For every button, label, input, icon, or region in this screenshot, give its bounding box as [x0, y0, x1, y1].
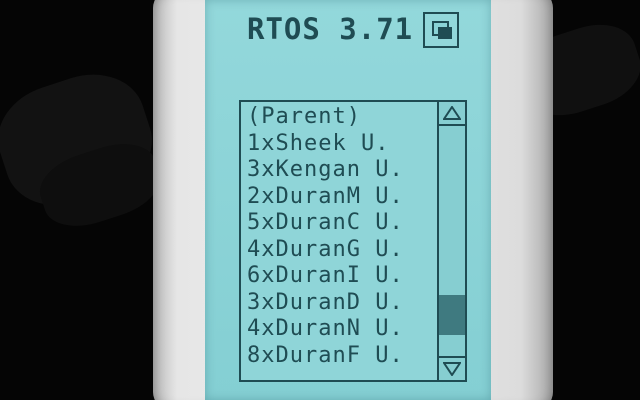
- scroll-down-button[interactable]: [439, 356, 465, 380]
- list-item-suffix: U.: [360, 130, 390, 156]
- device-screen: RTOS 3.71 (Parent) 1xSheek U. 3xKengan U. 2…: [205, 0, 491, 400]
- vertical-scrollbar[interactable]: [437, 102, 465, 380]
- list-item-label: 4xDuranN: [247, 316, 361, 341]
- list-item-label: 8xDuranF: [247, 342, 361, 368]
- window-front-square-icon: [438, 27, 452, 39]
- list-item-label: 6xDuranI: [247, 263, 361, 288]
- list-item[interactable]: 1xSheek U.: [247, 131, 435, 158]
- list-item-label: 5xDuranC: [247, 210, 361, 235]
- list-item-suffix: U.: [375, 263, 404, 288]
- scrollbar-thumb[interactable]: [439, 295, 465, 336]
- list-item[interactable]: (Parent): [247, 104, 435, 131]
- list-item-suffix: U.: [375, 316, 404, 341]
- list-item[interactable]: 3xKengan U.: [247, 157, 435, 184]
- list-item-label: (Parent): [247, 104, 361, 129]
- list-item-label: 3xKengan: [247, 157, 361, 182]
- list-item-suffix: U.: [375, 236, 404, 262]
- list-item-suffix: U.: [375, 289, 404, 315]
- list-item-label: 2xDuranM: [247, 183, 361, 209]
- window-restore-button[interactable]: [423, 12, 459, 48]
- list-item[interactable]: 6xDuranI U.: [247, 263, 435, 290]
- list-item-label: 4xDuranG: [247, 236, 361, 262]
- list-item-suffix: U.: [375, 183, 404, 209]
- list-item-suffix: U.: [375, 157, 404, 182]
- triangle-down-icon: [443, 362, 461, 376]
- list-item[interactable]: 4xDuranN U.: [247, 316, 435, 343]
- triangle-up-icon: [443, 106, 461, 120]
- file-listbox[interactable]: (Parent) 1xSheek U. 3xKengan U. 2xDuranM U.…: [239, 100, 467, 382]
- os-title: RTOS 3.71: [247, 12, 414, 46]
- list-item[interactable]: 8xDuranF U.: [247, 343, 435, 370]
- list-item[interactable]: 3xDuranD U.: [247, 290, 435, 317]
- scene: RTOS 3.71 (Parent) 1xSheek U. 3xKengan U. 2…: [0, 0, 640, 400]
- unit-list: (Parent) 1xSheek U. 3xKengan U. 2xDuranM U.…: [247, 104, 435, 369]
- list-item[interactable]: 4xDuranG U.: [247, 237, 435, 264]
- list-item[interactable]: 5xDuranC U.: [247, 210, 435, 237]
- list-item-suffix: U.: [375, 210, 404, 235]
- list-item-label: 1xSheek: [247, 130, 347, 156]
- list-item[interactable]: 2xDuranM U.: [247, 184, 435, 211]
- scroll-up-button[interactable]: [439, 102, 465, 126]
- list-item-suffix: U.: [375, 342, 404, 368]
- list-item-label: 3xDuranD: [247, 289, 361, 315]
